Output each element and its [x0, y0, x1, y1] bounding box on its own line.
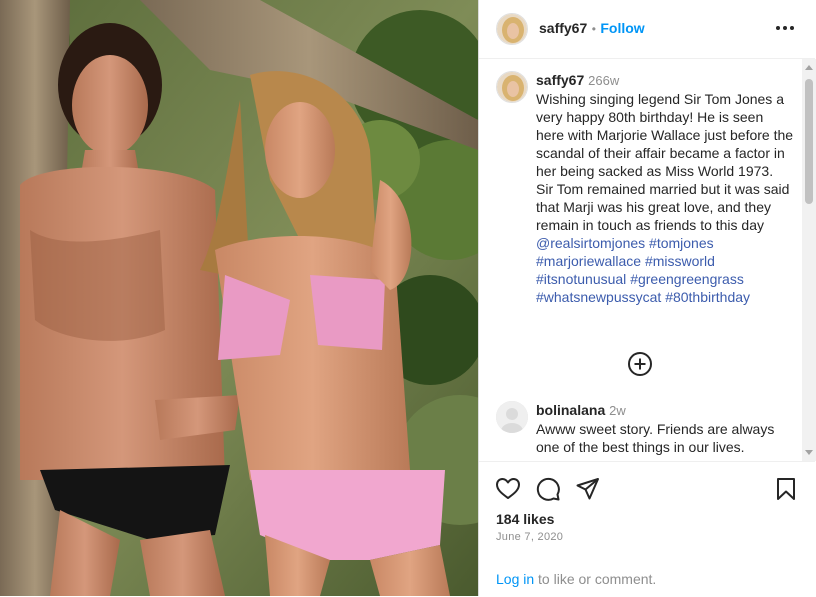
login-prompt: Log in to like or comment.	[496, 571, 656, 587]
mention-link[interactable]: @realsirtomjones	[536, 235, 645, 251]
hashtag-link[interactable]: #missworld	[645, 253, 715, 269]
post-sidebar: saffy67 • Follow saffy67 266w Wishing si…	[478, 0, 816, 596]
hashtag-link[interactable]: #tomjones	[649, 235, 714, 251]
comment-username[interactable]: bolinalana	[536, 402, 605, 418]
caption-avatar-image	[497, 72, 527, 102]
scroll-down-arrow-icon[interactable]	[805, 450, 813, 455]
beach-couple-photo	[0, 0, 478, 596]
post-header: saffy67 • Follow	[479, 0, 815, 59]
comment-time[interactable]: 2w	[609, 403, 626, 418]
hashtag-link[interactable]: #80thbirthday	[665, 289, 750, 305]
default-avatar-icon	[496, 401, 528, 433]
comment-avatar[interactable]	[496, 401, 528, 433]
scroll-up-arrow-icon[interactable]	[805, 65, 813, 70]
scroll-thumb[interactable]	[805, 79, 813, 204]
follow-button[interactable]: Follow	[600, 20, 644, 36]
login-link[interactable]: Log in	[496, 571, 534, 587]
login-prompt-text: to like or comment.	[534, 571, 657, 587]
load-more-comments-icon[interactable]	[627, 351, 653, 377]
save-bookmark-icon[interactable]	[773, 476, 799, 502]
post-username[interactable]: saffy67	[539, 20, 587, 36]
like-count[interactable]: 184 likes	[496, 511, 554, 527]
comment: bolinalana 2w Awww sweet story. Friends …	[536, 401, 786, 456]
separator-dot: •	[591, 22, 596, 36]
hashtag-link[interactable]: #whatsnewpussycat	[536, 289, 661, 305]
avatar-image	[497, 14, 527, 44]
avatar[interactable]	[496, 13, 528, 45]
like-heart-icon[interactable]	[495, 476, 521, 502]
post-date[interactable]: June 7, 2020	[496, 531, 563, 543]
hashtag-link[interactable]: #greengreengrass	[630, 271, 744, 287]
more-options-icon[interactable]	[773, 18, 797, 38]
hashtag-link[interactable]: #marjoriewallace	[536, 253, 641, 269]
comments-area[interactable]: saffy67 266w Wishing singing legend Sir …	[479, 59, 801, 461]
caption-username[interactable]: saffy67	[536, 72, 584, 88]
post-photo[interactable]	[0, 0, 478, 596]
share-send-icon[interactable]	[575, 476, 601, 502]
comment-bubble-icon[interactable]	[535, 476, 561, 502]
caption-time[interactable]: 266w	[588, 73, 619, 88]
post-actions: 184 likes June 7, 2020 Log in to like or…	[479, 461, 815, 597]
comment-body: Awww sweet story. Friends are always one…	[536, 421, 775, 455]
caption-text-block: saffy67 266w Wishing singing legend Sir …	[536, 71, 794, 306]
hashtag-link[interactable]: #itsnotunusual	[536, 271, 626, 287]
comments-scrollbar[interactable]	[802, 59, 816, 461]
caption-avatar[interactable]	[496, 71, 528, 103]
caption-body: Wishing singing legend Sir Tom Jones a v…	[536, 91, 794, 233]
